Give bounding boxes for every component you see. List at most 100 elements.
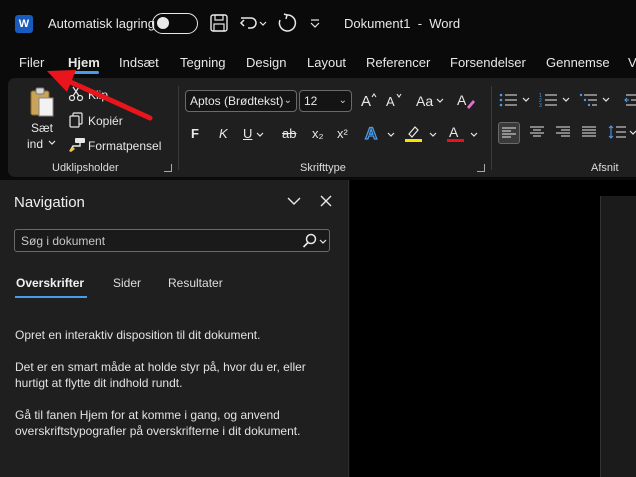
bold-button[interactable]: F [191,126,199,141]
chevron-down-icon[interactable] [629,130,636,136]
format-painter-icon[interactable] [68,137,86,153]
align-left-button[interactable] [498,122,520,144]
active-nav-tab-indicator [15,296,87,298]
save-icon[interactable] [208,12,230,34]
chevron-down-icon[interactable] [470,132,478,138]
paste-label-1[interactable]: Sæt [31,121,53,135]
copy-icon[interactable] [68,112,84,128]
tab-filer[interactable]: Filer [19,55,44,70]
autosave-label: Automatisk lagring [48,16,155,31]
svg-text:3: 3 [539,103,542,108]
search-input[interactable] [14,229,330,252]
shrink-font-icon[interactable]: A [385,91,403,109]
superscript-button[interactable]: x² [337,126,348,141]
svg-text:A: A [449,124,459,140]
svg-text:A: A [386,94,395,109]
font-size-combo[interactable]: 12 ⌄ [299,90,352,112]
strikethrough-button[interactable]: ab [282,126,296,141]
copy-button[interactable]: Kopiér [88,114,123,128]
nav-tab-headings[interactable]: Overskrifter [16,276,84,290]
undo-icon[interactable] [238,12,260,34]
subscript-button[interactable]: x₂ [312,126,324,141]
clipboard-group-label: Udklipsholder [52,162,119,174]
line-spacing-icon[interactable] [608,124,626,140]
document-title: Dokument1 - Word [344,16,461,31]
cut-icon[interactable] [68,86,84,102]
tab-view-partial[interactable]: V [628,55,636,70]
highlight-icon[interactable] [404,123,424,143]
tab-layout[interactable]: Layout [307,55,346,70]
chevron-down-icon: ⌄ [338,95,347,106]
nav-tab-pages[interactable]: Sider [113,276,141,290]
group-separator [491,86,492,170]
tab-tegning[interactable]: Tegning [180,55,226,70]
redo-icon[interactable] [276,12,298,34]
font-name-combo[interactable]: Aptos (Brødtekst) ⌄ [185,90,297,112]
font-color-icon[interactable]: A [446,123,466,143]
justify-icon[interactable] [582,126,596,138]
nav-tab-results[interactable]: Resultater [168,276,223,290]
tab-referencer[interactable]: Referencer [366,55,430,70]
font-name-value: Aptos (Brødtekst) [190,94,284,108]
chevron-down-icon: ⌄ [283,95,292,106]
font-dialog-launcher[interactable] [477,164,485,172]
chevron-down-icon[interactable] [256,132,264,138]
chevron-down-icon[interactable] [522,97,530,103]
change-case-button[interactable]: Aa [416,93,433,109]
nav-help-text-1: Opret en interaktiv disposition til dit … [15,328,261,342]
search-icon [302,233,317,248]
paste-dropdown-icon[interactable] [48,140,56,146]
paste-label-2[interactable]: ind [27,137,43,151]
grow-font-icon[interactable]: A [360,91,378,109]
ribbon: Sæt ind Klip Kopiér Formatpensel Udklips… [8,78,636,177]
clipboard-dialog-launcher[interactable] [164,164,172,172]
search-button[interactable] [300,232,328,250]
chevron-down-icon [319,239,327,244]
italic-button[interactable]: K [219,126,228,141]
cut-button[interactable]: Klip [88,88,108,102]
align-left-icon [502,127,516,138]
autosave-toggle[interactable] [152,13,198,34]
nav-help-text-3: Gå til fanen Hjem for at komme i gang, o… [15,408,301,438]
word-logo: W [15,15,33,33]
chevron-down-icon[interactable] [429,132,437,138]
bullets-icon[interactable] [499,92,519,108]
paragraph-group-label: Afsnit [591,162,619,174]
text-effects-icon[interactable]: A [363,123,383,143]
chevron-down-icon[interactable] [602,97,610,103]
toggle-knob [157,17,169,29]
paste-icon[interactable] [28,86,56,118]
active-tab-indicator [68,71,99,74]
chevron-down-icon[interactable] [436,98,444,104]
multilevel-list-icon[interactable] [579,92,599,108]
underline-button[interactable]: U [243,126,252,141]
numbering-icon[interactable]: 1 2 3 [539,92,559,108]
group-separator [178,86,179,170]
svg-text:A: A [365,124,377,143]
title-bar: W Automatisk lagring Dokument1 - Word [0,0,636,48]
tab-forsendelser[interactable]: Forsendelser [450,55,526,70]
chevron-down-icon[interactable] [387,132,395,138]
svg-text:A: A [457,92,467,108]
chevron-down-icon[interactable] [562,97,570,103]
tab-hjem[interactable]: Hjem [68,55,100,70]
decrease-indent-icon[interactable] [624,92,636,108]
clear-formatting-icon[interactable]: A [456,90,476,110]
font-size-value: 12 [304,94,318,108]
customize-quick-access-icon[interactable] [308,12,322,34]
undo-dropdown-icon[interactable] [258,12,268,34]
tab-design[interactable]: Design [246,55,286,70]
format-painter-button[interactable]: Formatpensel [88,139,161,153]
document-page[interactable] [600,196,636,477]
tab-gennemse[interactable]: Gennemse [546,55,610,70]
document-canvas[interactable] [350,180,636,477]
close-icon[interactable] [317,192,335,210]
navigation-title: Navigation [14,194,85,211]
pane-options-icon[interactable] [285,192,303,210]
nav-help-text-2: Det er en smart måde at holde styr på, h… [15,360,306,390]
navigation-pane: Navigation Overskrifter Sider Resultater… [0,180,349,477]
align-center-icon[interactable] [530,126,544,138]
svg-text:A: A [361,93,371,109]
tab-indsaet[interactable]: Indsæt [119,55,159,70]
align-right-icon[interactable] [556,126,570,138]
